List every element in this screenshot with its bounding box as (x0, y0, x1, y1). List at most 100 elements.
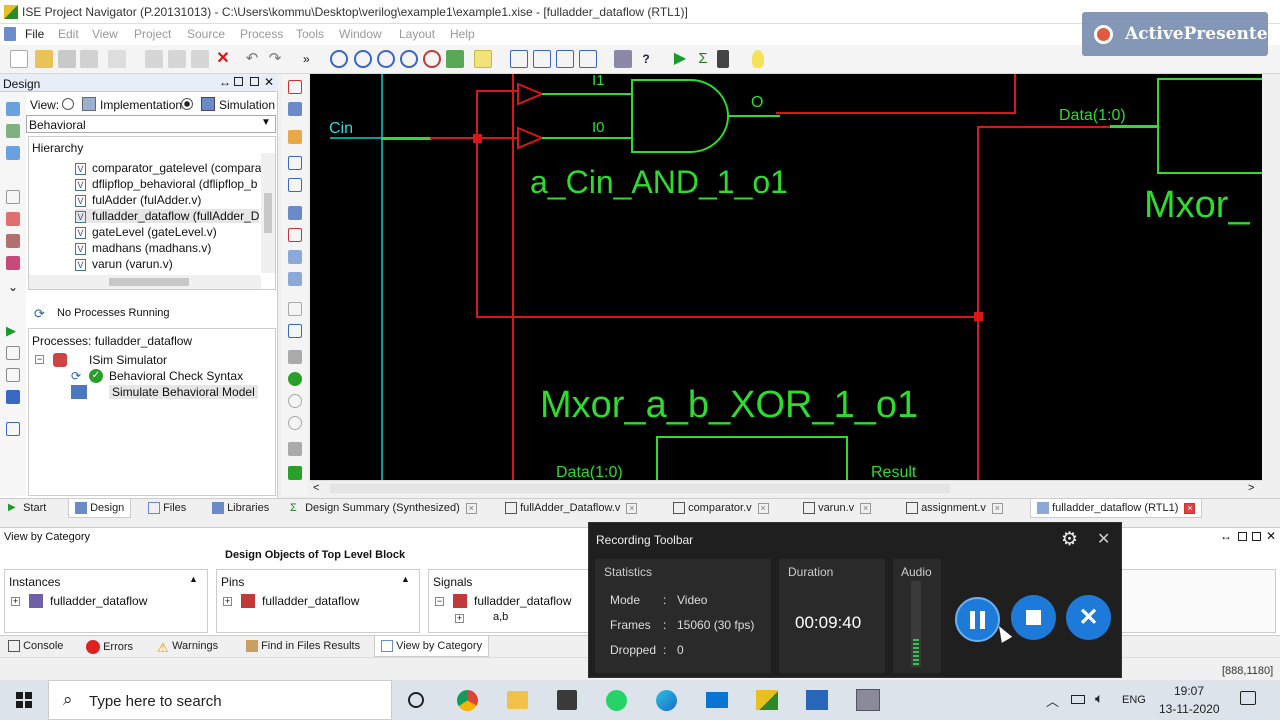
next-green-icon[interactable] (288, 372, 302, 386)
pause-button[interactable] (955, 597, 1000, 642)
add-copy-icon[interactable] (6, 124, 20, 138)
symbol-icon[interactable] (288, 130, 302, 144)
settings-gear-icon[interactable]: ⚙ (1061, 528, 1078, 551)
tab-design-summary[interactable]: Σ Design Summary (Synthesized) × (290, 502, 477, 514)
lightbulb-icon[interactable] (752, 50, 764, 68)
history-icon[interactable] (288, 416, 302, 430)
pins-item[interactable]: fulladder_dataflow (262, 594, 359, 608)
menu-view[interactable]: View (92, 27, 118, 41)
expand-icon[interactable]: + (11, 597, 20, 606)
float-icon[interactable] (579, 50, 597, 68)
signals-sub-item[interactable]: a,b (493, 611, 508, 623)
menu-window[interactable]: Window (339, 27, 382, 41)
collapse-icon[interactable]: − (435, 597, 444, 606)
volume-icon[interactable]: 🔈︎ (1095, 690, 1103, 707)
tab-errors[interactable]: Errors (86, 640, 133, 654)
close-panel-icon[interactable]: ✕ (1266, 529, 1276, 543)
move-icon[interactable]: ↔ (1220, 529, 1232, 543)
cascade-icon[interactable] (510, 50, 528, 68)
hierarchy-item-gatelevel[interactable]: VgateLevel (gateLevel.v) (75, 225, 217, 239)
delete-icon[interactable]: ✕ (214, 50, 232, 68)
close-icon[interactable]: × (991, 502, 1003, 514)
add-icon[interactable] (288, 250, 302, 264)
hierarchy-item-comparator[interactable]: Vcomparator_gatelevel (compara (75, 161, 261, 175)
photos-icon[interactable] (806, 690, 828, 710)
restore-icon[interactable] (1238, 532, 1247, 541)
pointer-tool-icon[interactable] (288, 80, 302, 94)
paste-icon[interactable] (191, 50, 209, 68)
edge-icon[interactable] (656, 690, 677, 711)
chevron-down-icon[interactable]: ▼ (261, 117, 271, 128)
menu-file[interactable]: File (25, 27, 44, 41)
restore-icon[interactable] (234, 77, 243, 86)
cut-icon[interactable] (145, 50, 163, 68)
hierarchy-item-fulladder-dataflow[interactable]: Vfulladder_dataflow (fullAdder_D (75, 209, 260, 223)
menu-source[interactable]: Source (187, 27, 225, 41)
save-all-icon[interactable] (80, 50, 98, 68)
float-panel-icon[interactable] (1252, 532, 1261, 541)
cancel-button[interactable]: ✕ (1066, 595, 1111, 640)
hierarchy-vscroll[interactable] (261, 153, 275, 273)
canvas-hscroll[interactable]: < > (310, 480, 1262, 496)
schematic-canvas[interactable]: Cin I1 I0 O a_Cin_AND_1_o1 Data(1:0) Mxo… (310, 74, 1262, 480)
overflow-icon[interactable]: » (303, 50, 321, 68)
close-icon[interactable]: × (757, 502, 769, 514)
close-icon[interactable]: × (626, 502, 638, 514)
pin-icon[interactable] (288, 206, 302, 220)
tab-warnings[interactable]: ⚠ Warnings (157, 640, 218, 655)
menu-tools[interactable]: Tools (296, 27, 324, 41)
hierarchy-item-dflipflop[interactable]: Vdflipflop_behavioral (dflipflop_b (75, 177, 257, 191)
menu-edit[interactable]: Edit (58, 27, 79, 41)
process-item-simulate[interactable]: Simulate Behavioral Model (109, 385, 258, 399)
menu-project[interactable]: Project (134, 27, 171, 41)
stop-button[interactable] (1011, 595, 1056, 640)
language-indicator[interactable]: ENG (1122, 694, 1146, 706)
hierarchy-hscroll[interactable] (29, 275, 261, 289)
scroll-right-icon[interactable]: > (1248, 482, 1254, 494)
help-icon[interactable]: ? (637, 50, 655, 68)
tile-horizontal-icon[interactable] (533, 50, 551, 68)
store-icon[interactable] (557, 690, 577, 710)
tab-varun-v[interactable]: varun.v × (803, 502, 872, 515)
tab-files[interactable]: Files (148, 502, 186, 515)
canvas-hscroll-thumb[interactable] (330, 484, 950, 493)
clock-date[interactable]: 13-11-2020 (1159, 702, 1220, 716)
expand-chevron-icon[interactable]: ⌄ (8, 280, 18, 294)
menu-help[interactable]: Help (450, 27, 475, 41)
windows-start-icon[interactable] (16, 692, 32, 708)
behavior-select[interactable]: Behavioral ▼ (26, 115, 276, 133)
chevron-up-icon[interactable]: ︿ (1046, 691, 1059, 710)
process-item-check-syntax[interactable]: Behavioral Check Syntax (109, 369, 243, 383)
tile-vertical-icon[interactable] (556, 50, 574, 68)
run-icon[interactable]: ▶ (671, 50, 689, 68)
notification-icon[interactable] (1240, 691, 1256, 705)
mail-icon[interactable] (706, 692, 728, 708)
tab-find-in-files[interactable]: Find in Files Results (246, 640, 360, 653)
move-icon[interactable]: ↔ (219, 75, 231, 89)
clock-time[interactable]: 19:07 (1174, 684, 1204, 698)
zoom-in-icon[interactable] (330, 50, 348, 68)
tab-assignment-v[interactable]: assignment.v × (906, 502, 1003, 515)
zoom-fit-icon[interactable] (377, 50, 395, 68)
net-tool-icon[interactable] (288, 102, 302, 116)
zoom-out-icon[interactable] (354, 50, 372, 68)
tree-alt-icon[interactable] (6, 368, 20, 382)
select-tool-icon[interactable] (474, 50, 492, 68)
hierarchy-item-fuladder[interactable]: VfulAdder (fulAdder.v) (75, 193, 201, 207)
save-icon[interactable] (58, 50, 76, 68)
tab-comparator-v[interactable]: comparator.v × (673, 502, 769, 515)
hierarchy-vscroll-thumb[interactable] (264, 193, 272, 233)
export-icon[interactable] (288, 466, 302, 480)
sigma-icon[interactable]: Σ (694, 50, 712, 68)
new-file-icon[interactable] (10, 50, 28, 68)
simulation-radio[interactable] (181, 98, 193, 110)
open-icon[interactable] (6, 234, 20, 248)
hierarchy-item-varun[interactable]: Vvarun (varun.v) (75, 257, 173, 271)
forward-icon[interactable] (288, 156, 302, 170)
taskbar-search[interactable]: ⌕ Type here to search (48, 680, 392, 720)
sort-up-icon[interactable]: ▲ (189, 574, 198, 584)
process-item-isim[interactable]: ISim Simulator (89, 353, 167, 367)
signals-item[interactable]: fulladder_dataflow (474, 594, 571, 608)
hierarchy-hscroll-thumb[interactable] (109, 278, 189, 286)
back-icon[interactable] (288, 178, 302, 192)
